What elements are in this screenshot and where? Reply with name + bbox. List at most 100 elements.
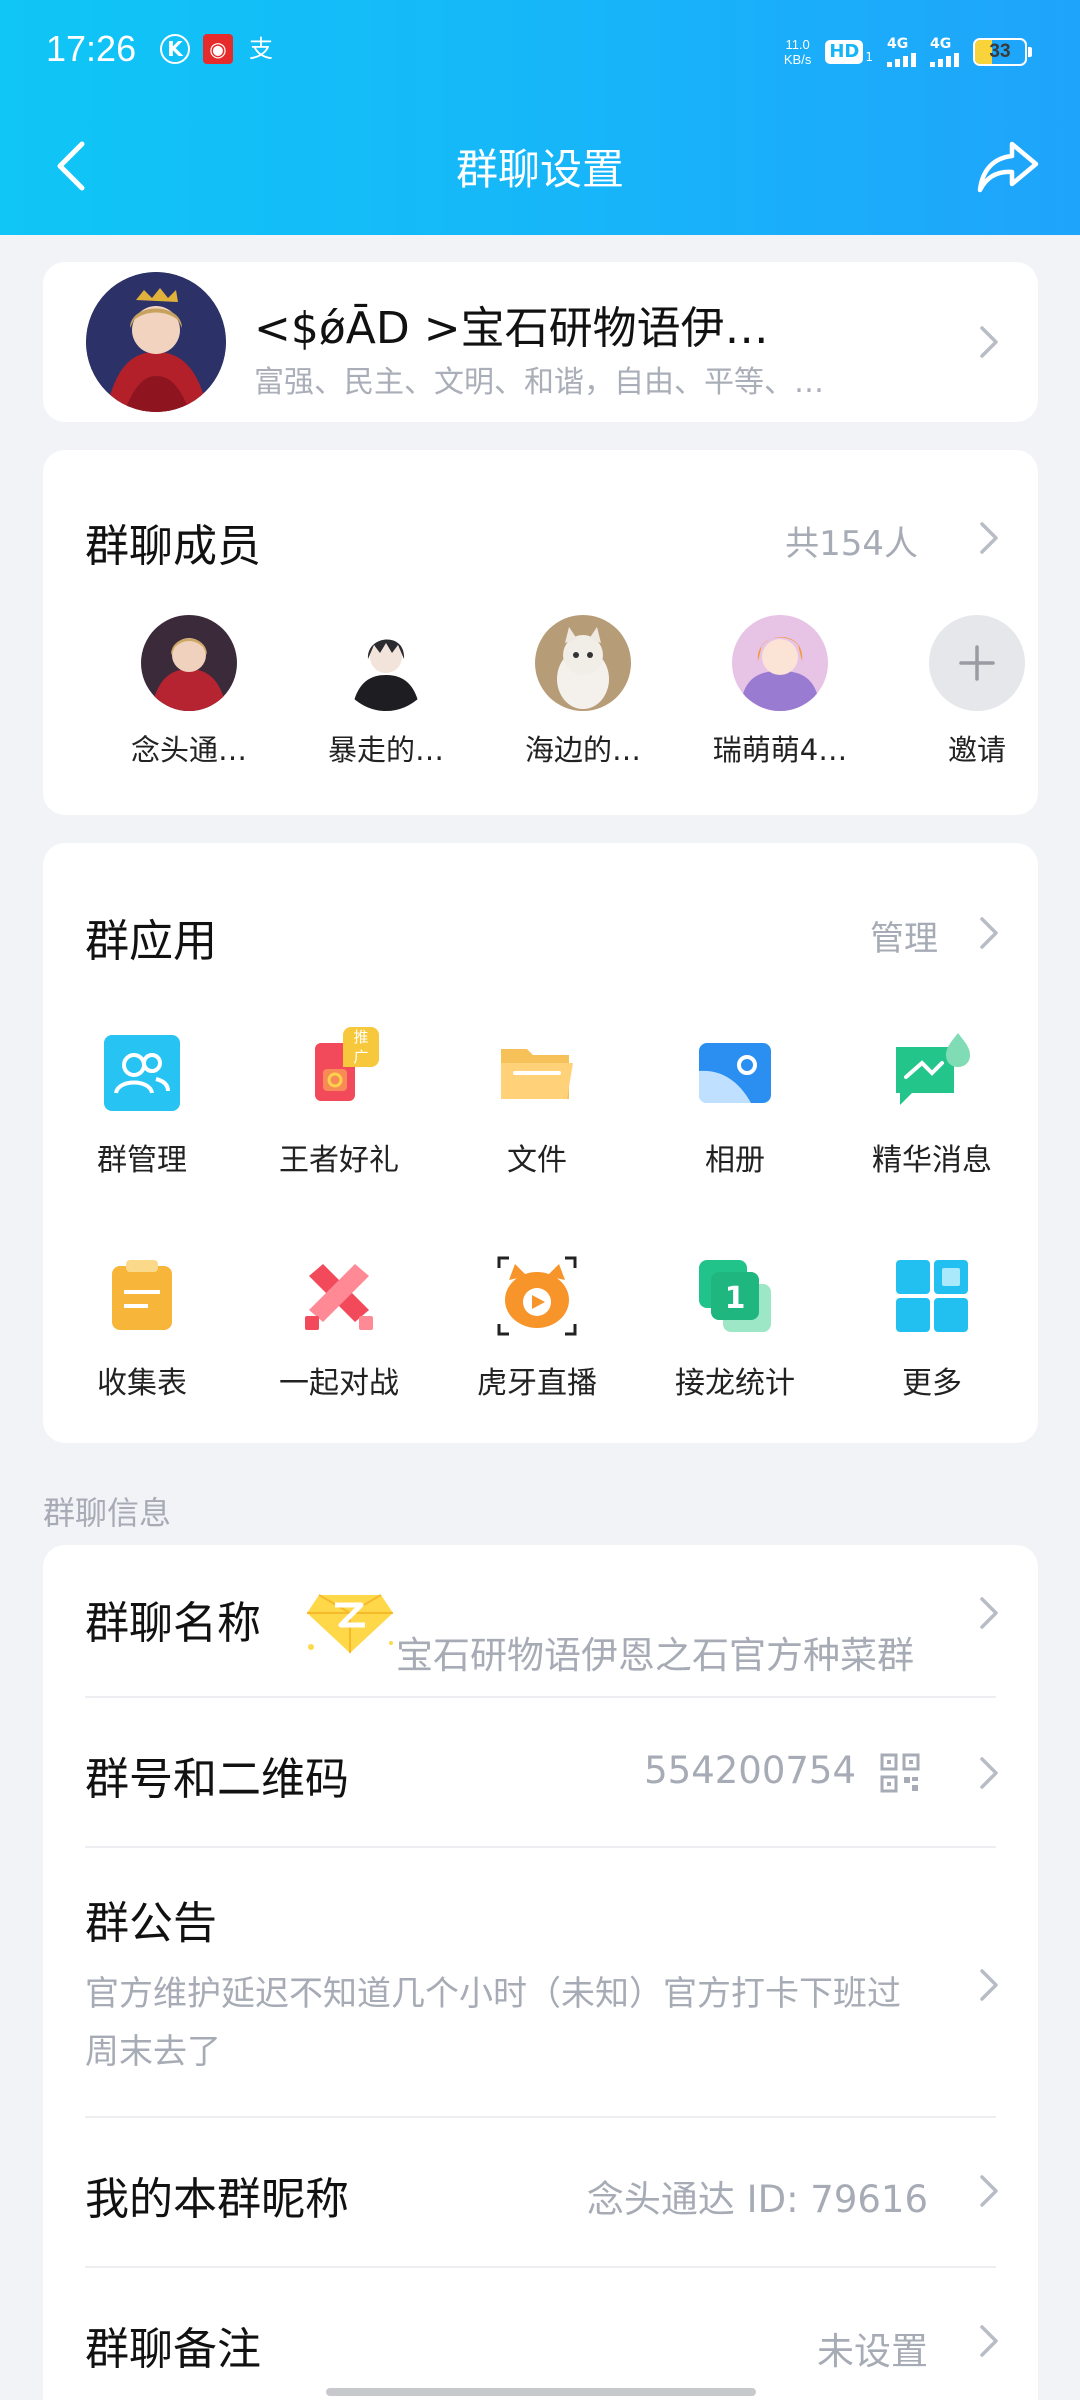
app-label: 精华消息 [872, 1143, 992, 1178]
member-name: 暴走的… [327, 733, 444, 767]
net-speed-unit: KB/s [783, 52, 812, 67]
app-king-gift[interactable]: 推广 王者好礼 [239, 1027, 439, 1179]
status-time: 17:26 [46, 28, 137, 69]
alipay-icon: 支 [249, 35, 273, 63]
group-name: <$ǿĀD >宝石研物语伊… [254, 303, 769, 354]
invite-label: 邀请 [947, 733, 1006, 767]
nickname-value: 念头通达 ID: 79616 [586, 2178, 928, 2221]
app-album[interactable]: 相册 [635, 1033, 835, 1179]
status-right: 11.0 KB/s HD 1 4G 4G 33 [784, 32, 1032, 72]
gift-icon: 推广 [299, 1027, 379, 1113]
app-battle-together[interactable]: 一起对战 [239, 1256, 439, 1402]
member-avatar [535, 615, 631, 711]
net-speed-value: 11.0 [785, 37, 810, 52]
member-name: 念头通… [130, 733, 247, 767]
chevron-right-icon [980, 2325, 998, 2357]
home-indicator[interactable] [326, 2388, 756, 2396]
app-label: 收集表 [97, 1366, 187, 1401]
chevron-right-icon [980, 1597, 998, 1629]
solitaire-icon: 1 [695, 1256, 775, 1336]
group-apps-card: 群应用 管理 群管理 推广 王者好礼 文件 相册 精华消息 收集表 一起对战 虎… [43, 843, 1038, 1443]
member-item[interactable]: 海边的… [493, 615, 673, 769]
qrcode-icon [880, 1753, 920, 1793]
chevron-right-icon [980, 1757, 998, 1789]
hd-sub: 1 [865, 50, 873, 64]
row-my-nickname[interactable]: 我的本群昵称 念头通达 ID: 79616 [43, 2117, 1038, 2267]
app-collection-form[interactable]: 收集表 [42, 1256, 242, 1402]
apps-title: 群应用 [85, 916, 217, 967]
app-label: 一起对战 [279, 1366, 399, 1401]
signal-2-label: 4G [930, 36, 952, 52]
promo-badge: 推广 [343, 1027, 379, 1067]
group-manage-icon [102, 1033, 182, 1113]
plus-icon [929, 615, 1025, 711]
app-essence-messages[interactable]: 精华消息 [832, 1033, 1032, 1179]
apps-manage-link[interactable]: 管理 [870, 911, 938, 960]
member-item[interactable]: 瑞萌萌4… [690, 615, 870, 769]
row-group-number-qrcode[interactable]: 群号和二维码 554200754 [43, 1697, 1038, 1847]
member-item[interactable]: 念头通… [99, 615, 279, 769]
app-more[interactable]: 更多 [832, 1256, 1032, 1402]
chevron-right-icon [980, 2175, 998, 2207]
group-name-value: 宝石研物语伊恩之石官方种菜群 [396, 1634, 914, 1677]
hd-label: HD [825, 40, 864, 64]
group-number-value: 554200754 [644, 1749, 856, 1792]
row-group-remark[interactable]: 群聊备注 未设置 [43, 2267, 1038, 2400]
header: 17:26 K ◉ 支 11.0 KB/s HD 1 4G 4G 33 群聊设置 [0, 0, 1080, 235]
battery-icon: 33 [973, 38, 1032, 66]
row-title: 群公告 [85, 1898, 217, 1949]
folder-icon [497, 1033, 577, 1113]
group-notice-value: 官方维护延迟不知道几个小时（未知）官方打卡下班过周末去了 [85, 1974, 901, 2072]
member-item[interactable]: 暴走的… [296, 615, 476, 769]
chevron-right-icon [980, 1969, 998, 2001]
group-info-card[interactable]: <$ǿĀD >宝石研物语伊… 富强、民主、文明、和谐，自由、平等、… [43, 262, 1038, 422]
chevron-right-icon[interactable] [978, 915, 1000, 951]
app-group-manage[interactable]: 群管理 [42, 1033, 242, 1179]
app-label: 更多 [902, 1366, 962, 1401]
row-title: 群聊名称 [85, 1598, 261, 1649]
app-files[interactable]: 文件 [437, 1033, 637, 1179]
app-label: 虎牙直播 [477, 1366, 597, 1401]
row-group-name[interactable]: 群聊名称 宝石研物语伊恩之石官方种菜群 [43, 1545, 1038, 1697]
hd-voice-icon: HD 1 [825, 40, 873, 64]
app-label: 接龙统计 [675, 1366, 795, 1401]
app-label: 文件 [507, 1143, 567, 1178]
huya-live-icon [497, 1256, 577, 1336]
signal-1-label: 4G [887, 36, 909, 52]
essence-message-icon [892, 1033, 972, 1113]
member-name: 海边的… [524, 733, 641, 767]
share-icon[interactable] [976, 138, 1040, 194]
status-bar: 17:26 K ◉ 支 11.0 KB/s HD 1 4G 4G 33 [0, 0, 1080, 100]
page-title: 群聊设置 [455, 145, 624, 194]
chevron-right-icon[interactable] [978, 520, 1000, 556]
group-info-list: 群聊名称 宝石研物语伊恩之石官方种菜群 群号和二维码 554200754 群公告 [43, 1545, 1038, 2400]
member-avatar [338, 615, 434, 711]
section-caption-group-info: 群聊信息 [43, 1494, 172, 1532]
row-title: 我的本群昵称 [85, 2174, 349, 2225]
app-notification-k-icon: K [160, 34, 190, 64]
invite-button[interactable]: 邀请 [887, 615, 1067, 769]
members-count[interactable]: 共154人 [785, 516, 918, 565]
svg-text:1: 1 [725, 1281, 746, 1316]
album-icon [695, 1033, 775, 1113]
members-title: 群聊成员 [85, 521, 261, 572]
super-member-diamond-icon [307, 1594, 393, 1653]
app-label: 相册 [705, 1143, 765, 1178]
chevron-right-icon [980, 326, 998, 358]
group-avatar[interactable] [86, 272, 226, 412]
clipboard-icon [102, 1256, 182, 1336]
netease-music-icon: ◉ [203, 34, 233, 64]
battery-level: 33 [989, 41, 1011, 62]
app-huya-live[interactable]: 虎牙直播 [437, 1256, 637, 1402]
row-title: 群号和二维码 [85, 1754, 349, 1805]
app-label: 王者好礼 [279, 1143, 399, 1178]
members-card: 群聊成员 共154人 念头通… 暴走的… 海边的… 瑞萌萌4… 邀请 [43, 450, 1038, 815]
app-solitaire-stats[interactable]: 1 接龙统计 [635, 1256, 835, 1402]
row-title: 群聊备注 [85, 2324, 261, 2375]
row-group-notice[interactable]: 群公告 官方维护延迟不知道几个小时（未知）官方打卡下班过周末去了 [43, 1847, 1038, 2117]
more-grid-icon [892, 1256, 972, 1336]
app-label: 群管理 [97, 1143, 187, 1178]
member-avatar [141, 615, 237, 711]
remark-value: 未设置 [817, 2330, 928, 2373]
member-name: 瑞萌萌4… [712, 733, 848, 767]
